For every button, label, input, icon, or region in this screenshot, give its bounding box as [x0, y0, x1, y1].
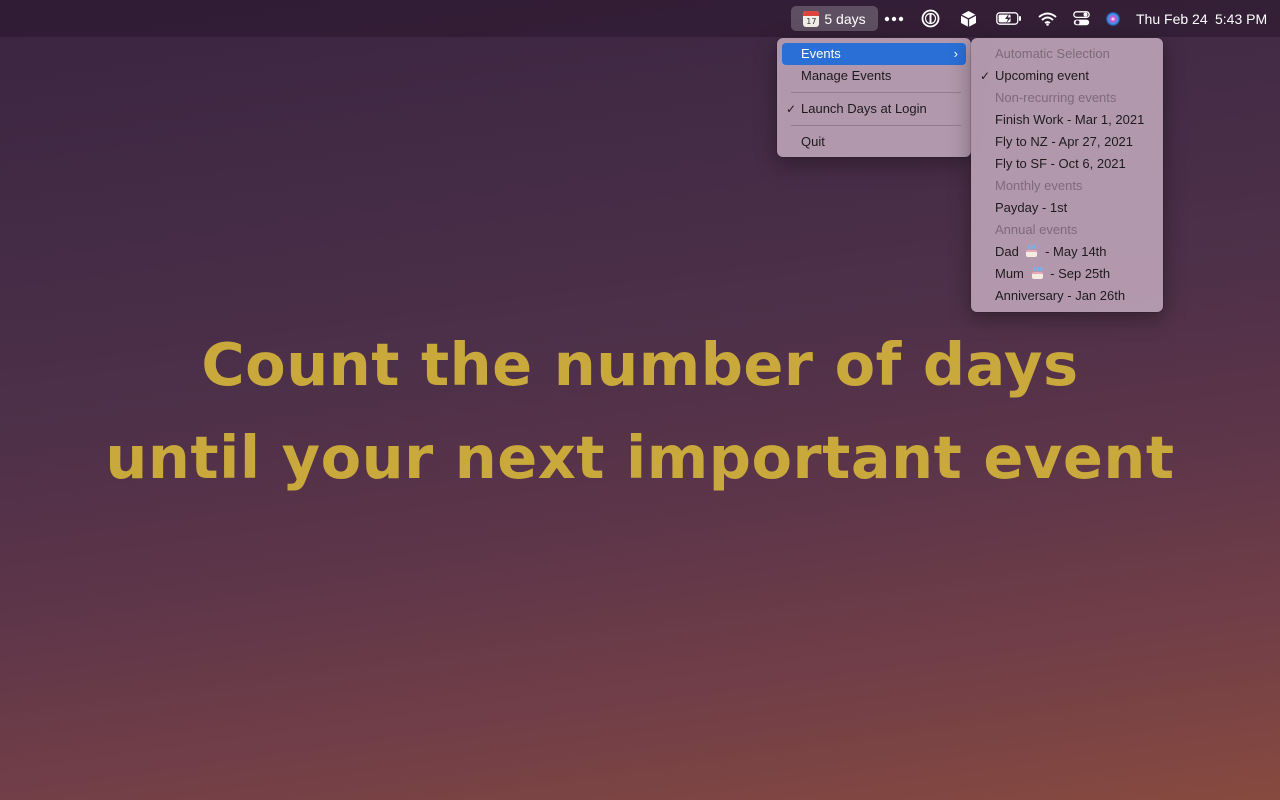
more-icon[interactable] [884, 0, 904, 37]
checkmark-icon: ✓ [786, 102, 797, 116]
headline-line-1: Count the number of days [201, 330, 1079, 399]
onepassword-icon[interactable] [921, 0, 940, 37]
battery-icon[interactable] [996, 0, 1022, 37]
days-count-label: 5 days [824, 10, 866, 27]
menubar-time[interactable]: 5:43 PM [1215, 0, 1267, 37]
box-icon[interactable] [960, 0, 977, 37]
submenu-header-monthly: Monthly events [995, 178, 1083, 193]
submenu-item-dad[interactable]: Dad - May 14th [976, 241, 1158, 263]
submenu-item-fly-nz[interactable]: Fly to NZ - Apr 27, 2021 [976, 131, 1158, 153]
wifi-icon[interactable] [1038, 0, 1057, 37]
menu-item-launch-at-login[interactable]: ✓ Launch Days at Login [782, 98, 966, 120]
menu-separator [791, 92, 961, 93]
submenu-item-anniversary[interactable]: Anniversary - Jan 26th [976, 285, 1158, 307]
submenu-header-annual: Annual events [995, 222, 1078, 237]
submenu-item-dad-date: - May 14th [1045, 244, 1107, 259]
submenu-item-finish-work[interactable]: Finish Work - Mar 1, 2021 [976, 109, 1158, 131]
submenu-header-nonrecurring: Non-recurring events [995, 90, 1117, 105]
submenu-item-payday[interactable]: Payday - 1st [976, 197, 1158, 219]
submenu-item-mum-name: Mum [995, 266, 1024, 281]
siri-icon[interactable] [1105, 0, 1121, 37]
menu-item-events-label: Events [801, 46, 841, 61]
menu-item-quit[interactable]: Quit [782, 131, 966, 153]
events-submenu: Automatic Selection ✓ Upcoming event Non… [971, 38, 1163, 312]
checkmark-icon: ✓ [980, 69, 991, 83]
days-status-item[interactable]: 17 5 days [791, 6, 878, 31]
menu-item-events[interactable]: Events › [782, 43, 966, 65]
submenu-item-upcoming-event[interactable]: ✓ Upcoming event [976, 65, 1158, 87]
calendar-icon: 17 [803, 10, 820, 27]
submenu-item-fly-sf[interactable]: Fly to SF - Oct 6, 2021 [976, 153, 1158, 175]
days-menu: Events › Manage Events ✓ Launch Days at … [777, 38, 971, 157]
headline: Count the number of days until your next… [0, 318, 1280, 504]
chevron-right-icon: › [953, 46, 958, 61]
menu-item-manage-events[interactable]: Manage Events [782, 65, 966, 87]
submenu-item-mum-date: - Sep 25th [1050, 266, 1111, 281]
menu-item-launch-label: Launch Days at Login [801, 101, 927, 116]
birthday-cake-icon [1025, 245, 1038, 257]
submenu-item-dad-name: Dad [995, 244, 1019, 259]
control-center-icon[interactable] [1073, 0, 1090, 37]
submenu-item-mum[interactable]: Mum - Sep 25th [976, 263, 1158, 285]
submenu-header-automatic: Automatic Selection [995, 46, 1110, 61]
menubar-date[interactable]: Thu Feb 24 [1136, 0, 1208, 37]
menu-bar: 17 5 days Thu Feb 24 5:43 PM [0, 0, 1280, 37]
headline-line-2: until your next important event [105, 423, 1175, 492]
birthday-cake-icon [1031, 267, 1044, 279]
submenu-item-upcoming-label: Upcoming event [995, 68, 1089, 83]
menu-separator [791, 125, 961, 126]
calendar-icon-day: 17 [806, 16, 817, 26]
